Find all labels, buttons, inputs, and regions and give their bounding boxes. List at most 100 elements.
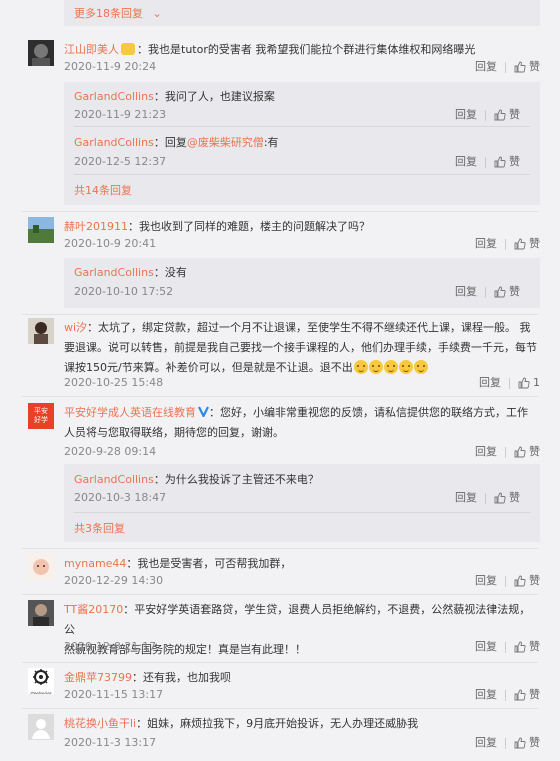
comment-text-line: 要退课。说可以转售，前提是我自己要找一个接手课程的人，他们办理手续，手续费一千元…: [64, 341, 537, 354]
username-link[interactable]: GarlandCollins: [74, 473, 154, 486]
like-button[interactable]: 赞: [529, 60, 540, 74]
username-link[interactable]: TT酱20170: [64, 603, 123, 616]
like-button[interactable]: 赞: [509, 285, 520, 299]
comment-date: 2020-10-9 20:41: [64, 237, 157, 250]
reply-text: ：没有: [153, 266, 187, 279]
reply-button[interactable]: 回复: [475, 237, 497, 251]
thumbs-up-icon[interactable]: [518, 377, 530, 389]
divider: [505, 737, 506, 749]
reply-date: 2020-10-10 17:52: [74, 285, 174, 298]
comment-text: ：姐妹，麻烦拉我下，9月底开始投诉，无人办理还威胁我: [136, 717, 419, 730]
reply-date: 2020-11-9 21:23: [74, 108, 167, 121]
divider: [505, 641, 506, 653]
thumbs-up-icon[interactable]: [514, 575, 526, 587]
like-button[interactable]: 赞: [529, 237, 540, 251]
more-replies-link[interactable]: 更多18条回复 ⌄: [74, 7, 162, 21]
divider: [22, 548, 538, 549]
username-link[interactable]: 江山即美人: [64, 43, 119, 56]
crying-emoji-icon: [383, 360, 398, 374]
comment-text: ：我也是tutor的受害者 我希望我们能拉个群进行集体维权和网络曝光: [137, 43, 476, 56]
like-count[interactable]: 1: [533, 376, 540, 390]
reply-button[interactable]: 回复: [455, 491, 477, 505]
thumbs-up-icon[interactable]: [494, 492, 506, 504]
avatar-image: [28, 217, 54, 243]
avatar[interactable]: 平安好学: [28, 403, 54, 429]
thumbs-up-icon[interactable]: [514, 238, 526, 250]
reply-button[interactable]: 回复: [475, 640, 497, 654]
avatar[interactable]: [28, 714, 54, 740]
username-link[interactable]: wi汐: [64, 321, 87, 334]
reply-button[interactable]: 回复: [455, 108, 477, 122]
crying-emoji-icon: [413, 360, 428, 374]
comment-thread: 更多18条回复 ⌄ 江山即美人 ：我也是tutor的受害者 我希望我们能拉个群进行…: [0, 0, 560, 761]
avatar[interactable]: [28, 217, 54, 243]
avatar-label: 平安好学: [34, 407, 48, 424]
divider: [22, 708, 538, 709]
crying-emoji-icon: [398, 360, 413, 374]
comment-date: 2020-12-29 14:30: [64, 574, 164, 587]
comment-text: ：我也是受害者，可否帮我加群，: [126, 557, 292, 570]
mention-link[interactable]: @废柴柴研究僧: [187, 136, 264, 149]
avatar[interactable]: [28, 318, 54, 344]
more-replies-link[interactable]: 共3条回复: [74, 522, 125, 536]
avatar[interactable]: [28, 600, 54, 626]
thumbs-up-icon[interactable]: [514, 61, 526, 73]
like-button[interactable]: 赞: [509, 108, 520, 122]
thumbs-up-icon[interactable]: [514, 641, 526, 653]
chevron-down-icon: ⌄: [152, 7, 162, 20]
username-link[interactable]: 赫叶201911: [64, 220, 128, 233]
divider: [74, 126, 530, 127]
reply-button[interactable]: 回复: [455, 285, 477, 299]
verified-icon: [198, 406, 209, 417]
like-button[interactable]: 赞: [529, 445, 540, 459]
comment-date: 2020-11-3 13:17: [64, 736, 157, 749]
divider: [505, 575, 506, 587]
divider: [505, 61, 506, 73]
divider: [509, 377, 510, 389]
reply-box: GarlandCollins：没有 2020-10-10 17:52 回复 赞: [64, 258, 540, 308]
avatar[interactable]: [28, 554, 54, 580]
like-button[interactable]: 赞: [529, 688, 540, 702]
thumbs-up-icon[interactable]: [494, 156, 506, 168]
like-button[interactable]: 赞: [509, 491, 520, 505]
like-button[interactable]: 赞: [529, 736, 540, 750]
more-replies-link[interactable]: 共14条回复: [74, 184, 132, 198]
reply-button[interactable]: 回复: [475, 688, 497, 702]
reply-button[interactable]: 回复: [455, 155, 477, 169]
comment-text: ：还有我，也加我呗: [132, 671, 231, 684]
username-link[interactable]: 金鼎苹73799: [64, 671, 132, 684]
thumbs-up-icon[interactable]: [514, 446, 526, 458]
reply-date: 2020-12-5 12:37: [74, 155, 167, 168]
username-link[interactable]: GarlandCollins: [74, 266, 154, 279]
username-link[interactable]: 桃花换小鱼干li: [64, 717, 136, 730]
comment-date: 2020-11-9 20:24: [64, 60, 157, 73]
thumbs-up-icon[interactable]: [514, 737, 526, 749]
avatar[interactable]: [28, 40, 54, 66]
username-link[interactable]: myname44: [64, 557, 126, 570]
reply-button[interactable]: 回复: [475, 736, 497, 750]
like-button[interactable]: 赞: [509, 155, 520, 169]
like-button[interactable]: 赞: [529, 640, 540, 654]
reply-date: 2020-10-3 18:47: [74, 491, 167, 504]
reply-button[interactable]: 回复: [475, 445, 497, 459]
username-link[interactable]: GarlandCollins: [74, 136, 154, 149]
avatar[interactable]: steelseries: [28, 668, 54, 694]
reply-button[interactable]: 回复: [475, 574, 497, 588]
reply-button[interactable]: 回复: [479, 376, 501, 390]
like-button[interactable]: 赞: [529, 574, 540, 588]
divider: [22, 594, 538, 595]
username-link[interactable]: 平安好学成人英语在线教育: [64, 406, 196, 419]
thumbs-up-icon[interactable]: [514, 689, 526, 701]
default-avatar-icon: [28, 714, 54, 740]
reply-button[interactable]: 回复: [475, 60, 497, 74]
emoji-icon: [121, 43, 135, 55]
divider: [74, 174, 530, 175]
crying-emoji-icon: [368, 360, 383, 374]
divider: [505, 238, 506, 250]
avatar-image: [28, 600, 54, 626]
divider: [485, 286, 486, 298]
username-link[interactable]: GarlandCollins: [74, 90, 154, 103]
divider: [22, 396, 538, 397]
thumbs-up-icon[interactable]: [494, 109, 506, 121]
thumbs-up-icon[interactable]: [494, 286, 506, 298]
